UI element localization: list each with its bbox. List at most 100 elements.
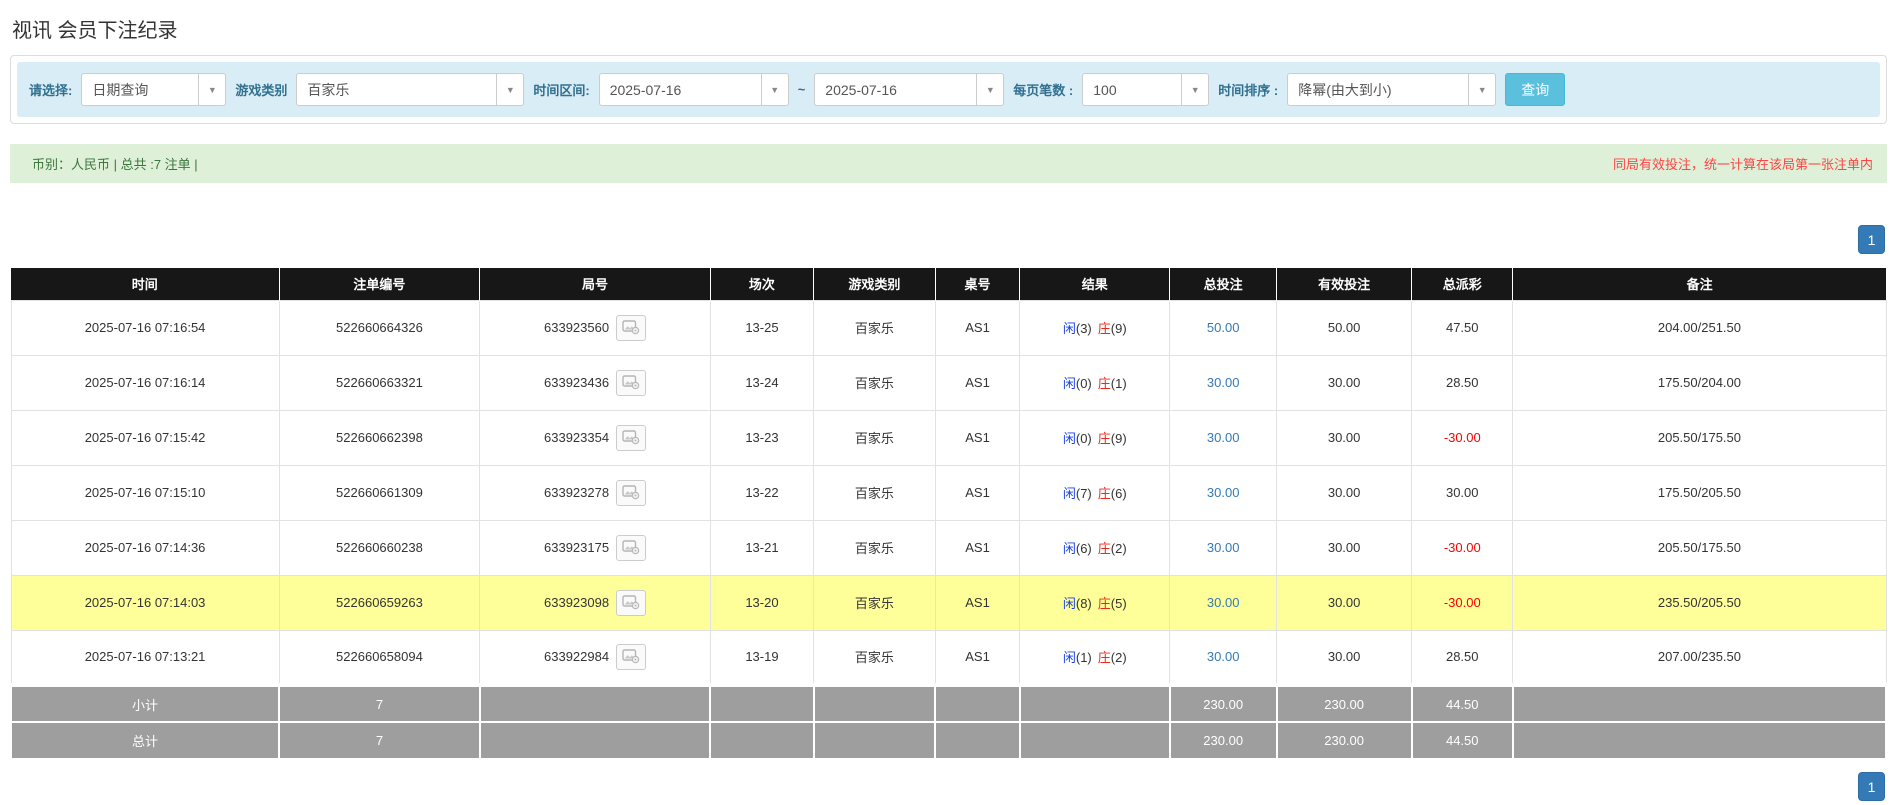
table-row: 2025-07-16 07:15:42 522660662398 6339233…: [11, 410, 1886, 465]
table-no-cell: AS1: [935, 630, 1019, 685]
table-no-cell: AS1: [935, 355, 1019, 410]
total-bet-link[interactable]: 30.00: [1170, 630, 1277, 685]
round-cell: 633923175: [480, 520, 711, 575]
round-cell: 633923278: [480, 465, 711, 520]
page-1-button[interactable]: 1: [1858, 225, 1885, 254]
round-id: 633923175: [544, 540, 609, 555]
video-replay-button[interactable]: [616, 370, 646, 396]
session-cell: 13-19: [710, 630, 813, 685]
total-count: 7: [279, 722, 480, 759]
table-no-cell: AS1: [935, 520, 1019, 575]
round-id: 633923560: [544, 320, 609, 335]
banker-result: 庄: [1098, 541, 1111, 556]
player-score: (3): [1076, 321, 1092, 336]
player-result: 闲: [1063, 431, 1076, 446]
column-header-session: 场次: [710, 268, 813, 300]
time-range-label: 时间区间:: [533, 80, 589, 99]
date-to-select[interactable]: 2025-07-16 ▼: [814, 73, 1004, 106]
time-cell: 2025-07-16 07:16:14: [11, 355, 279, 410]
time-cell: 2025-07-16 07:15:42: [11, 410, 279, 465]
player-result: 闲: [1063, 596, 1076, 611]
player-score: (0): [1076, 431, 1092, 446]
total-label: 总计: [11, 722, 279, 759]
column-header-remark: 备注: [1513, 268, 1886, 300]
total-bet-link[interactable]: 30.00: [1170, 355, 1277, 410]
remark-cell: 207.00/235.50: [1513, 630, 1886, 685]
table-no-cell: AS1: [935, 575, 1019, 630]
payout-cell: 47.50: [1412, 300, 1513, 355]
chevron-down-icon: ▼: [496, 74, 523, 105]
valid-bet-cell: 30.00: [1277, 355, 1412, 410]
chevron-down-icon: ▼: [1181, 74, 1208, 105]
game-type-select[interactable]: 百家乐 ▼: [296, 73, 524, 106]
player-result: 闲: [1063, 486, 1076, 501]
total-bet-link[interactable]: 30.00: [1170, 465, 1277, 520]
video-replay-button[interactable]: [616, 535, 646, 561]
table-row: 2025-07-16 07:13:21 522660658094 6339229…: [11, 630, 1886, 685]
table-no-cell: AS1: [935, 465, 1019, 520]
query-type-select[interactable]: 日期查询 ▼: [81, 73, 226, 106]
player-score: (1): [1076, 650, 1092, 665]
total-row: 总计 7 230.00 230.00 44.50: [11, 722, 1886, 759]
pagination-bottom: 1: [10, 772, 1887, 801]
film-icon: [622, 430, 640, 445]
result-cell: 闲(8)庄(5): [1020, 575, 1170, 630]
subtotal-payout: 44.50: [1412, 685, 1513, 722]
date-from-select[interactable]: 2025-07-16 ▼: [599, 73, 789, 106]
total-bet-link[interactable]: 30.00: [1170, 575, 1277, 630]
time-cell: 2025-07-16 07:15:10: [11, 465, 279, 520]
subtotal-row: 小计 7 230.00 230.00 44.50: [11, 685, 1886, 722]
result-cell: 闲(0)庄(9): [1020, 410, 1170, 465]
table-no-cell: AS1: [935, 410, 1019, 465]
sort-order-select[interactable]: 降幂(由大到小) ▼: [1287, 73, 1496, 106]
round-cell: 633923436: [480, 355, 711, 410]
game-type-value: 百家乐: [297, 74, 496, 105]
total-bet-link[interactable]: 30.00: [1170, 410, 1277, 465]
page-size-select[interactable]: 100 ▼: [1082, 73, 1209, 106]
round-id: 633923278: [544, 485, 609, 500]
player-score: (7): [1076, 486, 1092, 501]
player-score: (8): [1076, 596, 1092, 611]
video-replay-button[interactable]: [616, 644, 646, 670]
column-header-bet-id: 注单编号: [279, 268, 480, 300]
video-replay-button[interactable]: [616, 425, 646, 451]
table-row: 2025-07-16 07:16:54 522660664326 6339235…: [11, 300, 1886, 355]
banker-score: (6): [1111, 486, 1127, 501]
filter-panel: 请选择: 日期查询 ▼ 游戏类别 百家乐 ▼ 时间区间: 2025-07-16 …: [10, 55, 1887, 124]
round-cell: 633922984: [480, 630, 711, 685]
remark-cell: 175.50/204.00: [1513, 355, 1886, 410]
table-body: 2025-07-16 07:16:54 522660664326 6339235…: [11, 300, 1886, 759]
film-icon: [622, 540, 640, 555]
pagination-top: 1: [10, 225, 1887, 254]
session-cell: 13-21: [710, 520, 813, 575]
result-cell: 闲(1)庄(2): [1020, 630, 1170, 685]
banker-result: 庄: [1098, 650, 1111, 665]
result-cell: 闲(7)庄(6): [1020, 465, 1170, 520]
total-bet-link[interactable]: 50.00: [1170, 300, 1277, 355]
total-valid-bet: 230.00: [1277, 722, 1412, 759]
player-score: (0): [1076, 376, 1092, 391]
payout-cell: -30.00: [1412, 520, 1513, 575]
search-button[interactable]: 查询: [1505, 73, 1565, 106]
video-replay-button[interactable]: [616, 590, 646, 616]
column-header-payout: 总派彩: [1412, 268, 1513, 300]
video-replay-button[interactable]: [616, 480, 646, 506]
payout-cell: 30.00: [1412, 465, 1513, 520]
round-id: 633922984: [544, 649, 609, 664]
bet-id-cell: 522660661309: [279, 465, 480, 520]
valid-bet-cell: 30.00: [1277, 465, 1412, 520]
banker-result: 庄: [1098, 431, 1111, 446]
page-1-button[interactable]: 1: [1858, 772, 1885, 801]
game-type-cell: 百家乐: [814, 465, 936, 520]
chevron-down-icon: ▼: [1468, 74, 1495, 105]
banker-score: (5): [1111, 596, 1127, 611]
film-icon: [622, 320, 640, 335]
remark-cell: 205.50/175.50: [1513, 520, 1886, 575]
player-score: (6): [1076, 541, 1092, 556]
video-replay-button[interactable]: [616, 315, 646, 341]
game-type-cell: 百家乐: [814, 300, 936, 355]
film-icon: [622, 375, 640, 390]
total-bet-link[interactable]: 30.00: [1170, 520, 1277, 575]
player-result: 闲: [1063, 541, 1076, 556]
valid-bet-cell: 30.00: [1277, 410, 1412, 465]
